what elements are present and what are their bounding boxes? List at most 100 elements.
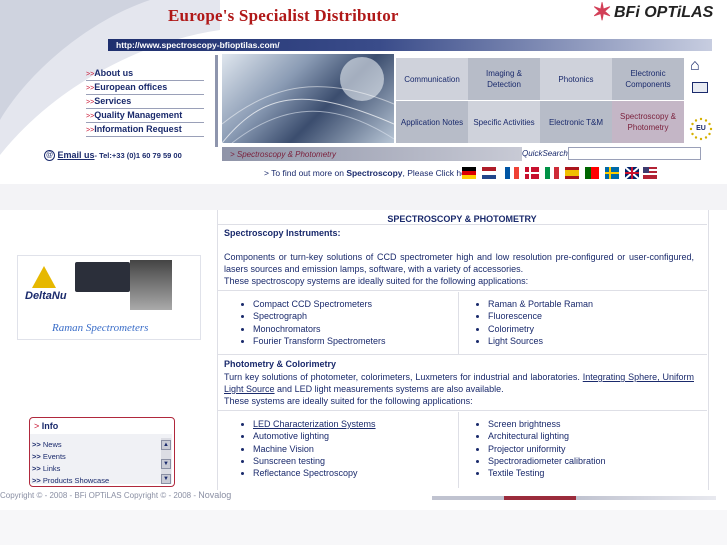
list-item: Fluorescence — [488, 310, 593, 322]
info-arrow: > — [34, 421, 40, 431]
quicksearch-input[interactable] — [568, 147, 701, 160]
footer-bar — [576, 496, 716, 500]
flag-scandinavia-icon[interactable] — [525, 167, 539, 179]
logo-text: BFi OPTiLAS — [614, 4, 714, 21]
column-divider — [458, 412, 459, 488]
info-item-label: Links — [42, 464, 61, 473]
scroll-thumb[interactable]: ▼ — [161, 459, 171, 469]
info-item-events[interactable]: >> Events — [32, 452, 66, 461]
ad-caption: Raman Spectrometers — [52, 322, 149, 334]
info-item-label: News — [42, 440, 62, 449]
footer: Copyright © - 2008 - BFi OPTiLAS Copyrig… — [0, 490, 231, 500]
scroll-up-icon[interactable]: ▲ — [161, 440, 171, 450]
flag-italy-icon[interactable] — [545, 167, 559, 179]
list-item: Reflectance Spectroscopy — [253, 467, 376, 479]
info-item-arrow: >> — [32, 464, 41, 473]
flag-france-icon[interactable] — [505, 167, 519, 179]
spectrometer-image — [75, 262, 130, 292]
star-icon: ✶ — [592, 0, 613, 26]
logo[interactable]: ✶ BFi OPTiLAS — [592, 0, 714, 26]
info-item-news[interactable]: >> News — [32, 440, 62, 449]
list-item: Monochromators — [253, 323, 386, 335]
ad-brand: DeltaNu — [25, 290, 67, 302]
list-item: Textile Testing — [488, 467, 606, 479]
spectroscopy-prompt[interactable]: > To find out more on Spectroscopy, Plea… — [264, 168, 476, 178]
list-item: Colorimetry — [488, 323, 593, 335]
title-divider — [217, 224, 707, 225]
nav-item-about-us[interactable]: >>About us — [86, 67, 204, 81]
section-heading-photometry: Photometry & Colorimetry — [224, 359, 337, 369]
photometry-description: Turn key solutions of photometer, colori… — [224, 371, 694, 395]
copyright-novalog: Copyright © - 2008 - — [121, 491, 199, 500]
email-icon: @ — [44, 150, 55, 162]
contact-row: @ Email us- Tel:+33 (0)1 60 79 59 00 — [44, 150, 182, 162]
spectroscopy-list-right: Raman & Portable Raman Fluorescence Colo… — [474, 298, 593, 347]
photometry-applications-intro: These systems are ideally suited for the… — [224, 396, 473, 406]
quicksearch-label: QuickSearch: — [522, 149, 571, 158]
microscope-image — [130, 260, 172, 310]
flag-netherlands-icon[interactable] — [482, 167, 496, 179]
photometry-text-b: and LED light measurements systems are a… — [274, 384, 504, 394]
menu-imaging-detection[interactable]: Imaging & Detection — [468, 58, 540, 100]
menu-electronic-components[interactable]: Electronic Components — [612, 58, 684, 100]
home-icon[interactable]: ⌂ — [690, 57, 700, 75]
section-divider — [217, 354, 707, 355]
nav-item-quality-management[interactable]: >>Quality Management — [86, 109, 204, 123]
spectroscopy-applications-intro: These spectroscopy systems are ideally s… — [224, 276, 529, 286]
nav-item-information-request[interactable]: >>Information Request — [86, 123, 204, 137]
eu-stars-icon — [689, 117, 713, 141]
menu-electronic-tm[interactable]: Electronic T&M — [540, 101, 612, 143]
nav-label: About us — [94, 68, 134, 78]
prompt-prefix: > To find out more on — [264, 168, 347, 178]
info-item-links[interactable]: >> Links — [32, 464, 60, 473]
list-divider — [217, 410, 707, 411]
nav-item-european-offices[interactable]: >>European offices — [86, 81, 204, 95]
bottom-band — [0, 510, 727, 545]
flag-uk-icon[interactable] — [625, 167, 639, 179]
spectroscopy-description: Components or turn-key solutions of CCD … — [224, 252, 694, 274]
list-item: Spectroradiometer calibration — [488, 455, 606, 467]
flag-germany-icon[interactable] — [462, 167, 476, 179]
fiber-optics-image — [221, 57, 395, 144]
page-title: SPECTROSCOPY & PHOTOMETRY — [387, 214, 537, 224]
info-title: > Info — [34, 421, 58, 431]
nav-item-services[interactable]: >>Services — [86, 95, 204, 109]
nav-arrow: >> — [86, 113, 95, 120]
column-divider — [458, 292, 459, 354]
nav-arrow: >> — [86, 99, 95, 106]
nav-divider — [215, 55, 218, 147]
scroll-down-icon[interactable]: ▼ — [161, 474, 171, 484]
photometry-text-a: Turn key solutions of photometer, colori… — [224, 372, 583, 382]
tagline: Europe's Specialist Distributor — [168, 6, 399, 25]
telephone: - Tel:+33 (0)1 60 79 59 00 — [94, 151, 182, 160]
separator-band — [0, 184, 727, 210]
flag-portugal-icon[interactable] — [585, 167, 599, 179]
menu-application-notes[interactable]: Application Notes — [396, 101, 468, 143]
footer-bar — [432, 496, 504, 500]
prompt-bold: Spectroscopy — [346, 168, 403, 178]
list-item: Sunscreen testing — [253, 455, 376, 467]
menu-photonics[interactable]: Photonics — [540, 58, 612, 100]
menu-specific-activities[interactable]: Specific Activities — [468, 101, 540, 143]
led-characterization-link[interactable]: LED Characterization Systems — [253, 419, 376, 429]
deltanu-logo-icon — [32, 266, 56, 288]
nav-label: Services — [94, 96, 132, 106]
spectroscopy-list-left: Compact CCD Spectrometers Spectrograph M… — [239, 298, 386, 347]
breadcrumb[interactable]: > Spectroscopy & Photometry — [230, 148, 336, 161]
flag-sweden-icon[interactable] — [605, 167, 619, 179]
mail-icon[interactable] — [692, 82, 708, 93]
info-item-products-showcase[interactable]: >> Products Showcase — [32, 476, 109, 484]
site-url[interactable]: http://www.spectroscopy-bfioptilas.com/ — [116, 39, 280, 51]
nav-arrow: >> — [86, 127, 95, 134]
flag-spain-icon[interactable] — [565, 167, 579, 179]
list-item: Screen brightness — [488, 418, 606, 430]
novalog-link[interactable]: Novalog — [198, 490, 231, 500]
list-item-link[interactable]: LED Characterization Systems — [253, 418, 376, 430]
menu-communication[interactable]: Communication — [396, 58, 468, 100]
list-item: Machine Vision — [253, 443, 376, 455]
flag-usa-icon[interactable] — [643, 167, 657, 179]
info-item-arrow: >> — [32, 440, 41, 449]
menu-spectroscopy-photometry[interactable]: Spectroscopy & Photometry — [612, 101, 684, 143]
email-us-link[interactable]: Email us — [58, 150, 95, 160]
list-divider — [217, 290, 707, 291]
